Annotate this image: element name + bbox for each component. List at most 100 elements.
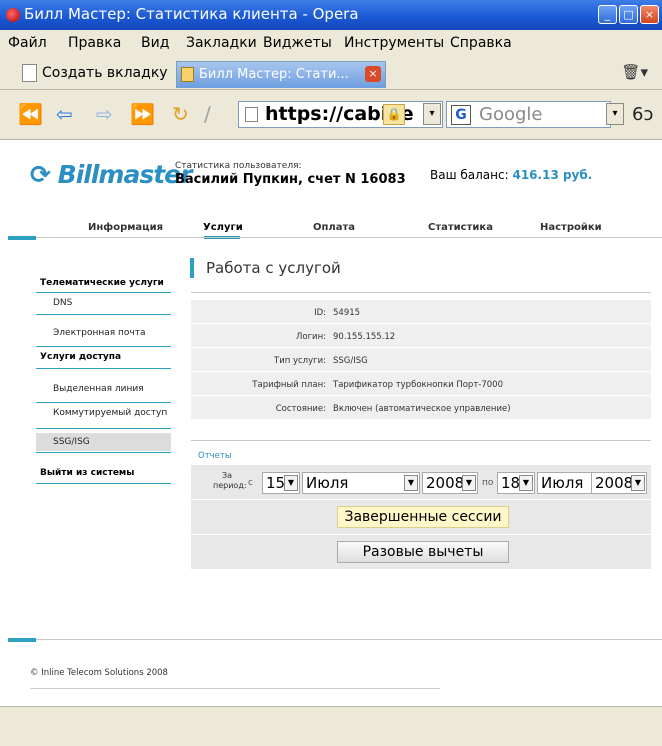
search-engine-label: Google [479, 104, 543, 125]
menu-widgets[interactable]: Виджеты [263, 35, 332, 51]
page-title: Работа с услугой [190, 258, 341, 278]
fast-forward-icon[interactable]: ⏩ [130, 102, 155, 126]
service-info-table: ID: 54915 Логин: 90.155.155.12 Тип услуг… [191, 300, 651, 420]
menu-file[interactable]: Файл [8, 35, 47, 51]
from-day-select[interactable]: 15 ▼ [262, 472, 300, 494]
address-dropdown[interactable]: ▾ [423, 103, 441, 125]
search-dropdown[interactable]: ▾ [606, 103, 624, 125]
billmaster-logo[interactable]: ⟳ Billmaster [30, 160, 193, 189]
menu-tools[interactable]: Инструменты [344, 35, 444, 51]
divider [36, 314, 171, 315]
divider [36, 292, 171, 293]
divider [36, 402, 171, 403]
logo-text: Billmaster [57, 160, 193, 189]
chevron-down-icon: ▼ [404, 475, 418, 491]
chevron-down-icon: ▼ [631, 475, 645, 491]
table-row: Тарифный план: Тарификатор турбокнопки П… [191, 372, 651, 396]
tab-bar: Создать вкладку Билл Мастер: Стати... × … [0, 57, 662, 90]
from-day-value: 15 [266, 474, 286, 492]
from-label: с [248, 478, 253, 488]
info-label: Состояние: [275, 404, 326, 414]
maximize-button[interactable]: □ [619, 5, 638, 24]
tab-close-icon[interactable]: × [365, 66, 381, 82]
nav-settings[interactable]: Настройки [540, 222, 602, 233]
info-value: SSG/ISG [333, 356, 368, 366]
nav-info[interactable]: Информация [88, 222, 163, 233]
rewind-icon[interactable]: ⏪ [18, 102, 43, 126]
copyright: © Inline Telecom Solutions 2008 [30, 668, 168, 678]
from-year-value: 2008 [426, 474, 465, 492]
chevron-down-icon: ▼ [519, 475, 533, 491]
from-month-value: Июля [306, 474, 349, 492]
button-row: Завершенные сессии [191, 500, 651, 534]
to-month-value: Июля [541, 474, 584, 492]
nav-services[interactable]: Услуги [203, 222, 243, 233]
new-tab-icon [22, 64, 37, 82]
info-value: Тарификатор турбокнопки Порт-7000 [333, 380, 503, 390]
from-year-select[interactable]: 2008 ▼ [422, 472, 478, 494]
divider [36, 483, 171, 484]
info-value: Включен (автоматическое управление) [333, 404, 511, 414]
table-row: Логин: 90.155.155.12 [191, 324, 651, 348]
address-bar[interactable]: https://cabine [238, 101, 443, 128]
lock-icon[interactable]: 🔒 [383, 104, 405, 125]
table-row: ID: 54915 [191, 300, 651, 324]
info-label: ID: [314, 308, 326, 318]
sidebar-access[interactable]: Услуги доступа [40, 352, 121, 362]
back-icon[interactable]: ⇦ [56, 102, 73, 126]
menu-view[interactable]: Вид [141, 35, 169, 51]
user-name: Василий Пупкин, счет N 16083 [175, 172, 406, 187]
divider [36, 428, 171, 429]
sidebar-dns[interactable]: DNS [53, 298, 72, 308]
sidebar-email[interactable]: Электронная почта [53, 328, 146, 338]
menu-edit[interactable]: Правка [68, 35, 121, 51]
button-row: Разовые вычеты [191, 535, 651, 569]
reload-icon[interactable]: ↻ [172, 102, 189, 126]
period-label: За период: [213, 471, 247, 490]
menu-help[interactable]: Справка [450, 35, 512, 51]
sidebar-ssg[interactable]: SSG/ISG [36, 433, 171, 451]
page-content: ⟳ Billmaster Статистика пользователя: Ва… [8, 140, 662, 706]
forward-icon[interactable]: ⇨ [96, 102, 113, 126]
new-tab-button[interactable]: Создать вкладку [20, 61, 168, 86]
nav-payment[interactable]: Оплата [313, 222, 355, 233]
close-button[interactable]: × [640, 5, 659, 24]
info-value: 54915 [333, 308, 361, 318]
to-day-select[interactable]: 18 ▼ [497, 472, 535, 494]
nav-statistics[interactable]: Статистика [428, 222, 493, 233]
status-bar [0, 706, 662, 746]
glasses-icon[interactable]: 6ↄ [632, 104, 653, 125]
info-value: 90.155.155.12 [333, 332, 396, 342]
minimize-button[interactable]: _ [598, 5, 617, 24]
sidebar-leased[interactable]: Выделенная линия [53, 384, 144, 394]
trash-icon[interactable]: 🗑▾ [621, 63, 648, 81]
menu-bookmarks[interactable]: Закладки [186, 35, 257, 51]
chevron-down-icon: ▼ [462, 475, 476, 491]
page-icon [181, 67, 194, 82]
finished-sessions-button[interactable]: Завершенные сессии [337, 506, 509, 528]
to-year-select[interactable]: 2008 ▼ [591, 472, 647, 494]
search-input[interactable]: G Google [446, 101, 611, 128]
tab-billmaster[interactable]: Билл Мастер: Стати... × [176, 61, 386, 88]
sidebar-dialup[interactable]: Коммутируемый доступ [53, 408, 167, 418]
one-time-charges-button[interactable]: Разовые вычеты [337, 541, 509, 563]
title-bar: Билл Мастер: Статистика клиента - Opera … [0, 0, 662, 30]
page-icon [245, 107, 258, 122]
window-title: Билл Мастер: Статистика клиента - Opera [24, 5, 359, 23]
tab-label: Билл Мастер: Стати... [199, 67, 349, 82]
sidebar-telematic[interactable]: Телематические услуги [40, 278, 164, 288]
edit-icon[interactable]: ∕ [204, 102, 211, 126]
user-label: Статистика пользователя: [175, 161, 302, 171]
to-year-value: 2008 [595, 474, 634, 492]
divider [36, 452, 171, 453]
balance-value: 416.13 руб. [512, 168, 593, 182]
from-month-select[interactable]: Июля ▼ [302, 472, 420, 494]
accent-bar [8, 236, 36, 240]
to-label: по [482, 478, 494, 488]
divider [191, 440, 651, 441]
reports-label: Отчеты [198, 451, 232, 461]
divider [30, 688, 440, 689]
info-label: Тип услуги: [274, 356, 326, 366]
sidebar-logout[interactable]: Выйти из системы [40, 468, 134, 478]
info-label: Логин: [295, 332, 326, 342]
